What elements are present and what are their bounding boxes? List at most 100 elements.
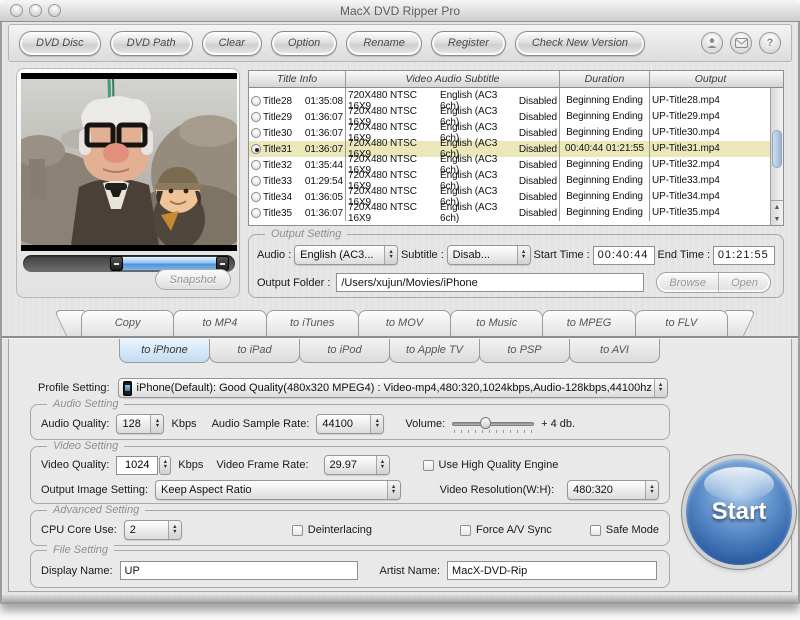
tab-to-music[interactable]: to Music (450, 310, 543, 336)
title-radio[interactable] (251, 192, 261, 202)
audio-track: English (AC3 6ch) (440, 202, 519, 224)
tab-to-itunes[interactable]: to iTunes (266, 310, 359, 336)
artist-name-label: Artist Name: (380, 565, 441, 577)
volume-slider-thumb[interactable] (480, 417, 491, 429)
account-icon[interactable] (701, 32, 723, 54)
tab-to-apple-tv[interactable]: to Apple TV (389, 339, 480, 363)
tab-to-psp[interactable]: to PSP (479, 339, 570, 363)
cpu-core-use-select[interactable]: 2 ▲▼ (124, 520, 182, 540)
title-length: 01:29:54 (305, 176, 343, 187)
popup-arrows-icon: ▲▼ (654, 379, 667, 397)
output-folder-label: Output Folder : (257, 277, 330, 289)
audio-label: Audio : (257, 249, 291, 261)
email-icon[interactable] (730, 32, 752, 54)
output-folder-field[interactable]: /Users/xujun/Movies/iPhone (336, 273, 644, 292)
output-file: UP-Title32.mp4 (649, 157, 771, 173)
display-name-field[interactable]: UP (120, 561, 358, 580)
header-duration: Duration (559, 71, 649, 87)
video-resolution-label: Video Resolution(W:H): (440, 484, 555, 496)
tab-to-iphone[interactable]: to iPhone (119, 339, 210, 363)
video-preview-panel: Snapshot (16, 68, 240, 298)
rename-button[interactable]: Rename (346, 31, 422, 56)
table-row[interactable]: Title3501:36:07720X480 NTSC 16X9English … (249, 205, 783, 221)
duration-cell: Beginning Ending (559, 173, 649, 189)
title-radio[interactable] (251, 112, 261, 122)
header-video-audio-subtitle: Video Audio Subtitle (345, 71, 559, 87)
check-new-version-button[interactable]: Check New Version (515, 31, 645, 56)
duration-cell: Beginning Ending (559, 125, 649, 141)
audio-setting-label: Audio Setting (47, 398, 124, 410)
scrollbar-thumb[interactable] (772, 130, 782, 168)
title-length: 01:36:07 (305, 208, 343, 219)
clear-button[interactable]: Clear (202, 31, 262, 56)
checkbox-icon (590, 525, 601, 536)
scroll-down-icon[interactable]: ▼ (774, 216, 781, 223)
artist-name-field[interactable]: MacX-DVD-Rip (447, 561, 657, 580)
popup-arrows-icon: ▲▼ (384, 246, 397, 264)
close-window-icon[interactable] (10, 4, 23, 17)
window-title: MacX DVD Ripper Pro (0, 4, 800, 18)
zoom-window-icon[interactable] (48, 4, 61, 17)
title-name: Title34 (263, 192, 305, 203)
output-file: UP-Title35.mp4 (649, 205, 771, 221)
help-icon[interactable]: ? (759, 32, 781, 54)
title-radio[interactable] (251, 176, 261, 186)
video-resolution-select[interactable]: 480:320 ▲▼ (567, 480, 659, 500)
option-button[interactable]: Option (271, 31, 337, 56)
audio-quality-label: Audio Quality: (41, 418, 109, 430)
start-button[interactable]: Start (686, 459, 792, 565)
tab-copy[interactable]: Copy (81, 310, 174, 336)
duration-cell: Beginning Ending (559, 189, 649, 205)
output-file: UP-Title28.mp4 (649, 93, 771, 109)
snapshot-button[interactable]: Snapshot (155, 269, 231, 290)
tab-to-mov[interactable]: to MOV (358, 310, 451, 336)
register-button[interactable]: Register (431, 31, 506, 56)
subtitle-status: Disabled (519, 192, 557, 203)
end-time-field[interactable]: 01:21:55 (713, 246, 775, 265)
tab-to-avi[interactable]: to AVI (569, 339, 660, 363)
audio-quality-select[interactable]: 128 ▲▼ (116, 414, 164, 434)
title-radio[interactable] (251, 96, 261, 106)
volume-slider[interactable] (452, 417, 534, 431)
header-output: Output (649, 71, 771, 87)
video-quality-stepper[interactable]: 1024 ▲▼ (116, 456, 171, 475)
table-scrollbar[interactable]: ▲ ▼ (770, 88, 783, 226)
title-radio[interactable] (251, 128, 261, 138)
start-time-field[interactable]: 00:40:44 (593, 246, 655, 265)
panel-divider (2, 336, 798, 338)
stepper-arrows-icon[interactable]: ▲▼ (159, 456, 171, 475)
tab-to-mpeg[interactable]: to MPEG (542, 310, 635, 336)
open-button[interactable]: Open (718, 273, 770, 292)
force-av-sync-checkbox[interactable]: Force A/V Sync (460, 524, 552, 536)
minimize-window-icon[interactable] (29, 4, 42, 17)
title-radio[interactable] (251, 160, 261, 170)
video-frame-rate-select[interactable]: 29.97 ▲▼ (324, 455, 390, 475)
video-frame-rate-label: Video Frame Rate: (216, 459, 308, 471)
title-radio[interactable] (251, 144, 261, 154)
trim-start-handle[interactable] (110, 256, 123, 271)
subtitle-select[interactable]: Disab... ▲▼ (447, 245, 531, 265)
audio-sample-rate-select[interactable]: 44100 ▲▼ (316, 414, 384, 434)
output-file: UP-Title30.mp4 (649, 125, 771, 141)
tab-to-ipod[interactable]: to iPod (299, 339, 390, 363)
use-high-quality-engine-checkbox[interactable]: Use High Quality Engine (423, 459, 559, 471)
output-image-setting-select[interactable]: Keep Aspect Ratio ▲▼ (155, 480, 401, 500)
dvd-path-button[interactable]: DVD Path (110, 31, 193, 56)
subtitle-status: Disabled (519, 96, 557, 107)
browse-button[interactable]: Browse (657, 273, 718, 292)
profile-select[interactable]: iPhone(Default): Good Quality(480x320 MP… (118, 378, 668, 398)
audio-setting-group: Audio Setting Audio Quality: 128 ▲▼ Kbps… (30, 404, 670, 440)
video-preview-image (21, 73, 237, 251)
output-setting-group: Output Setting Audio : English (AC3... ▲… (248, 234, 784, 298)
popup-arrows-icon: ▲▼ (517, 246, 530, 264)
tab-to-flv[interactable]: to FLV (635, 310, 728, 336)
title-radio[interactable] (251, 208, 261, 218)
audio-select[interactable]: English (AC3... ▲▼ (294, 245, 398, 265)
tab-to-ipad[interactable]: to iPad (209, 339, 300, 363)
deinterlacing-checkbox[interactable]: Deinterlacing (292, 524, 372, 536)
safe-mode-checkbox[interactable]: Safe Mode (590, 524, 659, 536)
video-setting-label: Video Setting (47, 440, 124, 452)
dvd-disc-button[interactable]: DVD Disc (19, 31, 101, 56)
tab-to-mp4[interactable]: to MP4 (173, 310, 266, 336)
scroll-up-icon[interactable]: ▲ (774, 204, 781, 211)
